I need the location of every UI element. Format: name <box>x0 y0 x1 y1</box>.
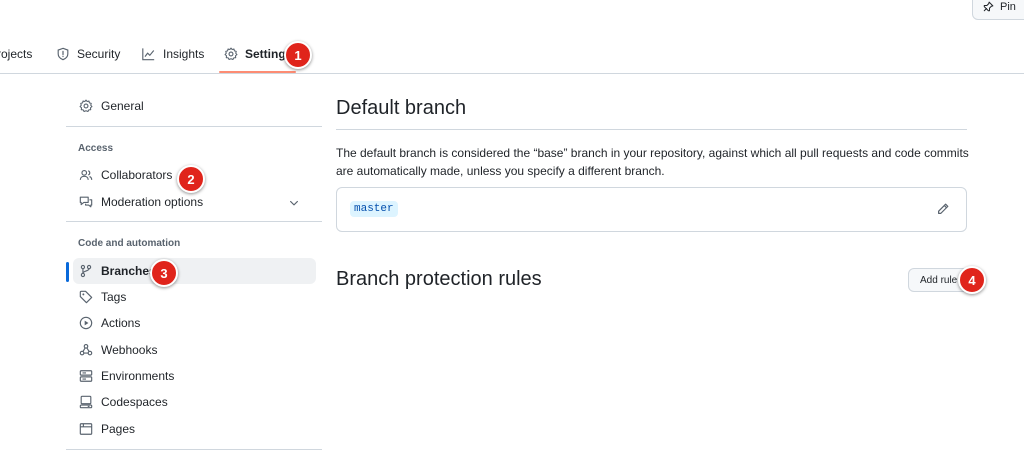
tab-settings[interactable]: Settings <box>224 34 292 73</box>
gear-icon <box>224 47 238 60</box>
sidebar-item-label: Environments <box>101 369 175 383</box>
graph-icon <box>142 47 155 60</box>
sidebar-item-label: Codespaces <box>101 395 168 409</box>
default-branch-box: master <box>336 187 967 232</box>
sidebar-item-label: Tags <box>101 290 127 304</box>
sidebar-item-webhooks[interactable]: Webhooks <box>73 337 316 363</box>
sidebar-heading-access: Access <box>78 143 114 154</box>
pin-label: Pin <box>1000 1 1016 13</box>
section-divider <box>336 129 967 130</box>
callout-badge: 4 <box>958 266 986 294</box>
default-branch-title: Default branch <box>336 97 467 119</box>
sidebar-item-general[interactable]: General <box>73 93 316 119</box>
tab-projects-label: rojects <box>0 46 33 61</box>
pin-button[interactable]: Pin <box>972 0 1024 20</box>
callout-badge: 3 <box>150 259 178 287</box>
tab-projects[interactable]: rojects <box>0 34 32 73</box>
sidebar-item-label: Pages <box>101 422 136 436</box>
gear-icon <box>79 99 93 113</box>
chevron-down-icon[interactable] <box>288 197 300 209</box>
active-item-indicator <box>66 262 69 282</box>
branch-protection-title: Branch protection rules <box>336 268 542 290</box>
git-branch-icon <box>80 264 92 278</box>
shield-icon <box>57 47 69 60</box>
tab-insights-label: Insights <box>163 46 205 61</box>
codespaces-icon <box>79 395 93 409</box>
repo-nav: rojects Security Insights Settings <box>0 34 1024 74</box>
sidebar-item-label: Actions <box>101 316 141 330</box>
sidebar-heading-code-automation: Code and automation <box>78 238 181 249</box>
tab-insights[interactable]: Insights <box>141 34 204 73</box>
sidebar-item-codespaces[interactable]: Codespaces <box>73 389 316 415</box>
branch-name: master <box>350 201 398 217</box>
webhook-icon <box>79 344 93 356</box>
pencil-icon[interactable] <box>936 202 950 216</box>
comment-discussion-icon <box>79 196 93 208</box>
sidebar-item-tags[interactable]: Tags <box>73 284 316 310</box>
browser-icon <box>79 423 93 435</box>
people-icon <box>79 169 93 180</box>
selected-tab-indicator <box>219 71 296 73</box>
tab-security-label: Security <box>77 46 121 61</box>
server-icon <box>79 370 93 382</box>
sidebar-divider <box>66 126 322 127</box>
callout-badge: 1 <box>284 41 312 69</box>
sidebar-item-branches[interactable]: Branches <box>73 258 316 284</box>
default-branch-description: The default branch is considered the “ba… <box>336 146 969 178</box>
sidebar-item-label: Branches <box>101 264 156 278</box>
sidebar-item-label: General <box>101 99 144 113</box>
sidebar-item-label: Moderation options <box>101 195 204 209</box>
sidebar-divider <box>66 449 322 450</box>
sidebar-item-pages[interactable]: Pages <box>73 416 316 442</box>
tab-security[interactable]: Security <box>56 34 120 73</box>
sidebar-item-moderation-options[interactable]: Moderation options <box>73 189 316 215</box>
sidebar-item-label: Webhooks <box>101 343 158 357</box>
pin-icon <box>983 1 994 12</box>
tag-icon <box>79 290 93 304</box>
sidebar-item-label: Collaborators <box>101 168 173 182</box>
play-icon <box>79 316 93 330</box>
sidebar-item-actions[interactable]: Actions <box>73 310 316 336</box>
sidebar-item-environments[interactable]: Environments <box>73 363 316 389</box>
callout-badge: 2 <box>177 165 205 193</box>
sidebar-divider <box>66 221 322 222</box>
